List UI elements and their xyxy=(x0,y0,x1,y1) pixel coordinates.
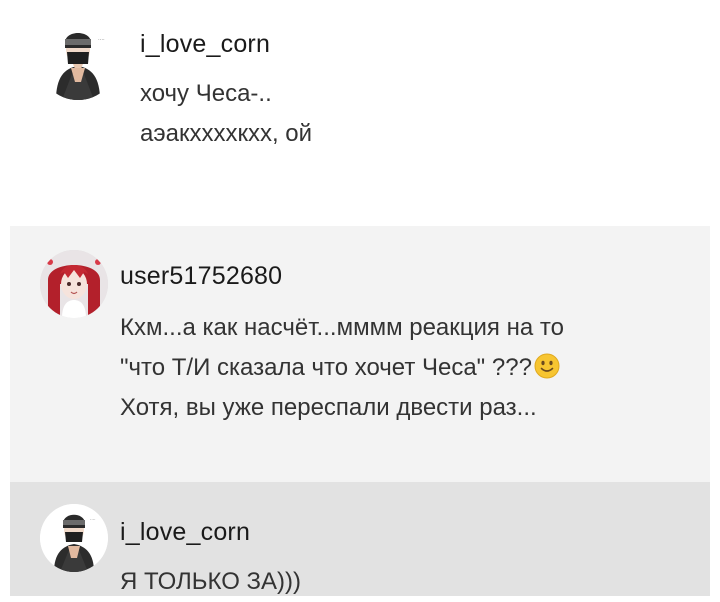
comment-text-line: "что Т/И сказала что хочет Чеса" ??? xyxy=(120,348,564,388)
comment-username[interactable]: i_love_corn xyxy=(140,30,270,59)
comment-text: хочу Чеса-.. аэакххххкхх, ой xyxy=(140,74,312,154)
comment-text: Я ТОЛЬКО ЗА))) xyxy=(120,562,301,602)
masked-ninja-avatar-icon: .... xyxy=(40,504,108,572)
comment-item: .... i_love_corn Я ТОЛЬКО ЗА))) xyxy=(10,482,710,596)
comment-text-line: аэакххххкхх, ой xyxy=(140,120,313,147)
user-avatar[interactable]: .... xyxy=(40,504,108,572)
comment-text-segment: "что Т/И сказала что хочет Чеса" ??? xyxy=(120,354,532,381)
comment-text-line: Хотя, вы уже переспали двести раз... xyxy=(120,394,537,421)
comment-text-line: Кхм...а как насчёт...мммм реакция на то xyxy=(120,314,564,341)
svg-text:....: .... xyxy=(90,516,96,522)
slightly-smiling-face-icon xyxy=(534,353,560,379)
user-avatar[interactable] xyxy=(40,250,108,318)
comment-item: user51752680 Кхм...а как насчёт...мммм р… xyxy=(10,226,710,482)
svg-text:....: .... xyxy=(98,36,105,42)
comment-username[interactable]: user51752680 xyxy=(120,262,282,291)
comment-item: .... i_love_corn хочу Чеса-.. аэакххххкх… xyxy=(0,0,720,226)
masked-ninja-avatar-icon: .... xyxy=(38,20,118,100)
comment-username[interactable]: i_love_corn xyxy=(120,518,250,547)
user-avatar[interactable]: .... xyxy=(38,20,118,100)
comment-text-line: Я ТОЛЬКО ЗА))) xyxy=(120,568,302,595)
comment-text: Кхм...а как насчёт...мммм реакция на то … xyxy=(120,308,564,428)
comment-text-line: хочу Чеса-.. xyxy=(140,80,272,107)
red-hair-anime-girl-avatar-icon xyxy=(40,250,108,318)
